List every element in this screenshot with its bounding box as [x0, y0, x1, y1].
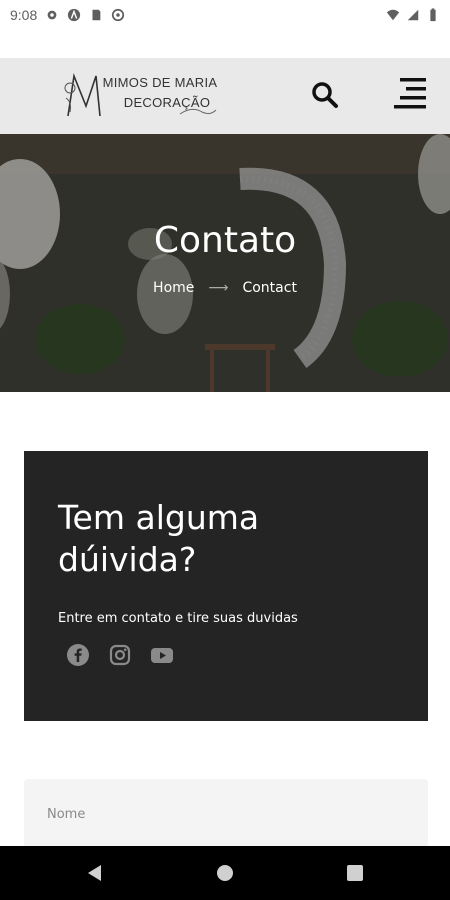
social-links — [66, 643, 174, 667]
card-subtitle: Entre em contato e tire suas duvidas — [58, 611, 298, 626]
hero-banner: Contato Home ⟶ Contact — [0, 134, 450, 392]
hamburger-menu-icon — [394, 78, 426, 109]
system-nav-bar — [0, 846, 450, 900]
card-title: Tem alguma dúivida? — [58, 497, 398, 581]
breadcrumb-current: Contact — [242, 280, 297, 296]
instagram-icon[interactable] — [108, 643, 132, 667]
sync-icon — [112, 8, 125, 22]
signal-icon — [407, 9, 419, 21]
back-icon[interactable] — [82, 860, 108, 886]
site-header: MIMOS DE MARIA DECORAÇÃO — [0, 58, 450, 134]
name-input[interactable] — [24, 779, 428, 849]
contact-info-card: Tem alguma dúivida? Entre em contato e t… — [24, 451, 428, 721]
wifi-icon — [386, 9, 400, 21]
status-right — [386, 8, 440, 22]
settings-icon — [47, 10, 57, 20]
home-icon[interactable] — [212, 860, 238, 886]
page-title: Contato — [153, 220, 297, 261]
sd-card-icon — [92, 9, 101, 21]
hero-overlay — [0, 134, 450, 392]
card-title-line-2: dúivida? — [58, 540, 197, 579]
search-icon — [312, 82, 338, 108]
search-button[interactable] — [308, 78, 342, 112]
status-left: 9:08 — [10, 7, 125, 23]
logo-line-1: MIMOS DE MARIA — [102, 75, 218, 90]
breadcrumb-separator-icon: ⟶ — [208, 280, 229, 296]
status-bar: 9:08 — [0, 0, 450, 30]
status-time: 9:08 — [10, 7, 38, 23]
menu-button[interactable] — [392, 74, 430, 112]
recents-icon[interactable] — [342, 860, 368, 886]
accessibility-icon — [68, 8, 81, 22]
battery-icon — [430, 8, 436, 22]
facebook-icon[interactable] — [66, 643, 90, 667]
breadcrumb-home-link[interactable]: Home — [153, 280, 194, 296]
breadcrumb: Home ⟶ Contact — [0, 280, 450, 296]
logo-flourish-icon — [179, 108, 217, 115]
logo[interactable]: MIMOS DE MARIA DECORAÇÃO — [60, 68, 220, 124]
youtube-icon[interactable] — [150, 643, 174, 667]
card-title-line-1: Tem alguma — [58, 498, 260, 537]
